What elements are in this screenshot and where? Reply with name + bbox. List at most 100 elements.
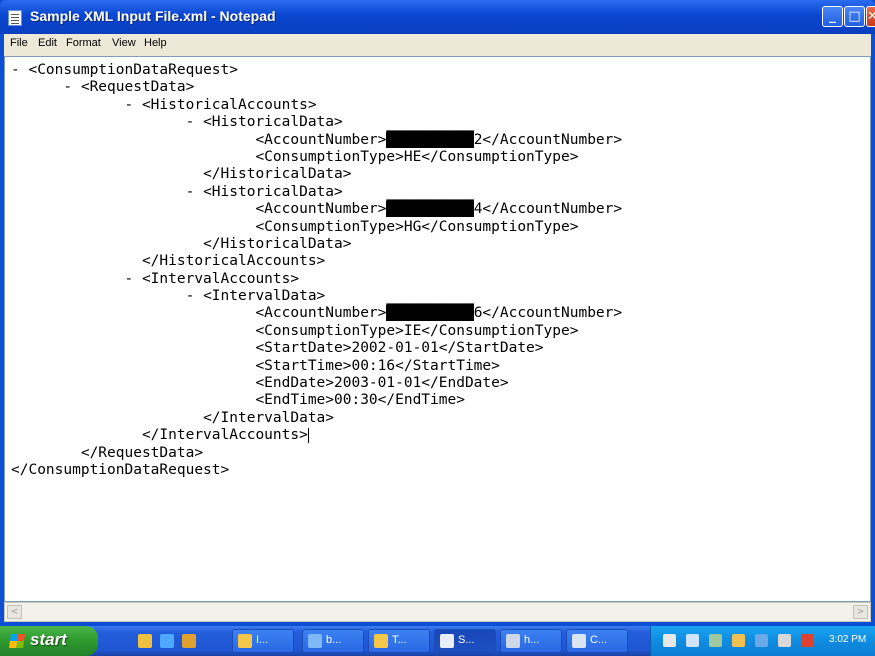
- menu-view[interactable]: View: [112, 37, 136, 49]
- window-title: Sample XML Input File.xml - Notepad: [30, 8, 276, 24]
- start-button[interactable]: start: [0, 626, 98, 656]
- system-tray: 3:02 PM: [650, 626, 875, 656]
- line-text: </RequestData>: [80, 444, 204, 461]
- line-indent: -: [11, 62, 29, 78]
- text-line: <ConsumptionType>HG</ConsumptionType>: [11, 219, 622, 236]
- taskbar-button-label: T...: [392, 634, 407, 646]
- text-line: <EndTime>00:30</EndTime>: [11, 392, 622, 409]
- line-indent: -: [11, 79, 81, 96]
- notepad-icon: [440, 634, 454, 648]
- text-line: </HistoricalData>: [11, 236, 622, 253]
- line-text: </HistoricalData>: [203, 235, 352, 252]
- shield-icon[interactable]: [778, 634, 791, 647]
- line-text: <HistoricalAccounts>: [141, 96, 317, 113]
- windows-logo-icon: [9, 634, 25, 648]
- maximize-button[interactable]: □: [844, 6, 865, 27]
- close-button[interactable]: ✕: [866, 6, 875, 27]
- folder-icon[interactable]: [732, 634, 745, 647]
- menu-file[interactable]: File: [10, 37, 28, 49]
- text-line: - <RequestData>: [11, 79, 622, 96]
- redacted-value: ██████████: [386, 201, 474, 218]
- text-line: - <HistoricalData>: [11, 184, 622, 201]
- line-indent: -: [11, 114, 204, 131]
- taskbar-button[interactable]: T...: [368, 629, 430, 653]
- line-text: <ConsumptionType>HG</ConsumptionType>: [255, 218, 579, 235]
- document-text[interactable]: - <ConsumptionDataRequest> - <RequestDat…: [11, 62, 622, 479]
- horizontal-scrollbar[interactable]: < >: [4, 602, 871, 622]
- text-line: <ConsumptionType>IE</ConsumptionType>: [11, 323, 622, 340]
- text-line: <StartTime>00:16</StartTime>: [11, 358, 622, 375]
- line-text: <HistoricalData>: [203, 114, 343, 131]
- line-text: <EndTime>00:30</EndTime>: [255, 392, 465, 409]
- line-text-after: 2</AccountNumber>: [473, 131, 623, 148]
- line-indent: -: [11, 183, 204, 200]
- users-icon[interactable]: [182, 634, 196, 648]
- line-text: <ConsumptionType>HE</ConsumptionType>: [255, 148, 579, 165]
- taskbar-button-label: I...: [256, 634, 269, 646]
- scroll-right-arrow-icon[interactable]: >: [853, 605, 868, 619]
- text-line: <AccountNumber>██████████4</AccountNumbe…: [11, 201, 622, 218]
- clock[interactable]: 3:02 PM: [829, 634, 866, 645]
- folder-icon[interactable]: [138, 634, 152, 648]
- line-text-after: 4</AccountNumber>: [473, 201, 623, 218]
- scroll-left-arrow-icon[interactable]: <: [7, 605, 22, 619]
- redacted-value: ██████████: [386, 305, 474, 322]
- ie-icon[interactable]: [160, 634, 174, 648]
- taskbar-button[interactable]: S...: [434, 629, 496, 653]
- text-caret: [307, 427, 309, 443]
- line-text: </HistoricalData>: [203, 166, 352, 183]
- minimize-button[interactable]: _: [822, 6, 843, 27]
- taskbar-button[interactable]: C...: [566, 629, 628, 653]
- line-text: </HistoricalAccounts>: [141, 253, 326, 270]
- menu-help[interactable]: Help: [144, 37, 167, 49]
- text-line: - <HistoricalData>: [11, 114, 622, 131]
- line-indent: -: [11, 96, 142, 113]
- line-text: <EndDate>2003-01-01</EndDate>: [255, 375, 509, 392]
- text-line: <StartDate>2002-01-01</StartDate>: [11, 340, 622, 357]
- text-line: - <ConsumptionDataRequest>: [11, 62, 622, 79]
- line-text: <RequestData>: [80, 79, 195, 96]
- title-bar[interactable]: Sample XML Input File.xml - Notepad _ □ …: [0, 0, 875, 34]
- menu-bar: File Edit Format View Help: [4, 34, 871, 56]
- menu-format[interactable]: Format: [66, 37, 101, 49]
- line-text: <ConsumptionType>IE</ConsumptionType>: [255, 322, 579, 339]
- app-icon: [572, 634, 586, 648]
- notepad-icon[interactable]: [8, 10, 22, 26]
- text-line: </IntervalAccounts>: [11, 427, 622, 444]
- text-line: - <IntervalAccounts>: [11, 271, 622, 288]
- text-line: <AccountNumber>██████████2</AccountNumbe…: [11, 131, 623, 149]
- line-text: <IntervalData>: [203, 288, 326, 305]
- taskbar-button[interactable]: b...: [302, 629, 364, 653]
- folder-icon: [238, 634, 252, 648]
- tool-icon[interactable]: [709, 634, 722, 647]
- text-line: </RequestData>: [11, 445, 622, 462]
- text-line: </HistoricalData>: [11, 166, 622, 183]
- line-indent: -: [11, 288, 204, 305]
- taskbar-button-label: S...: [458, 634, 475, 646]
- taskbar-button[interactable]: I...: [232, 629, 294, 653]
- line-text: <AccountNumber>: [255, 305, 387, 322]
- taskbar-button[interactable]: h...: [500, 629, 562, 653]
- text-line: <AccountNumber>██████████6</AccountNumbe…: [11, 305, 622, 322]
- line-text: <HistoricalData>: [203, 183, 343, 200]
- security-icon[interactable]: [801, 634, 814, 647]
- line-text: </IntervalAccounts>: [141, 427, 308, 444]
- monitor-icon[interactable]: [686, 634, 699, 647]
- browser-icon: [308, 634, 322, 648]
- text-editor[interactable]: - <ConsumptionDataRequest> - <RequestDat…: [4, 56, 871, 602]
- globe-icon[interactable]: [755, 634, 768, 647]
- menu-edit[interactable]: Edit: [38, 37, 57, 49]
- network-icon[interactable]: [663, 634, 676, 647]
- notepad-window: Sample XML Input File.xml - Notepad _ □ …: [0, 0, 875, 626]
